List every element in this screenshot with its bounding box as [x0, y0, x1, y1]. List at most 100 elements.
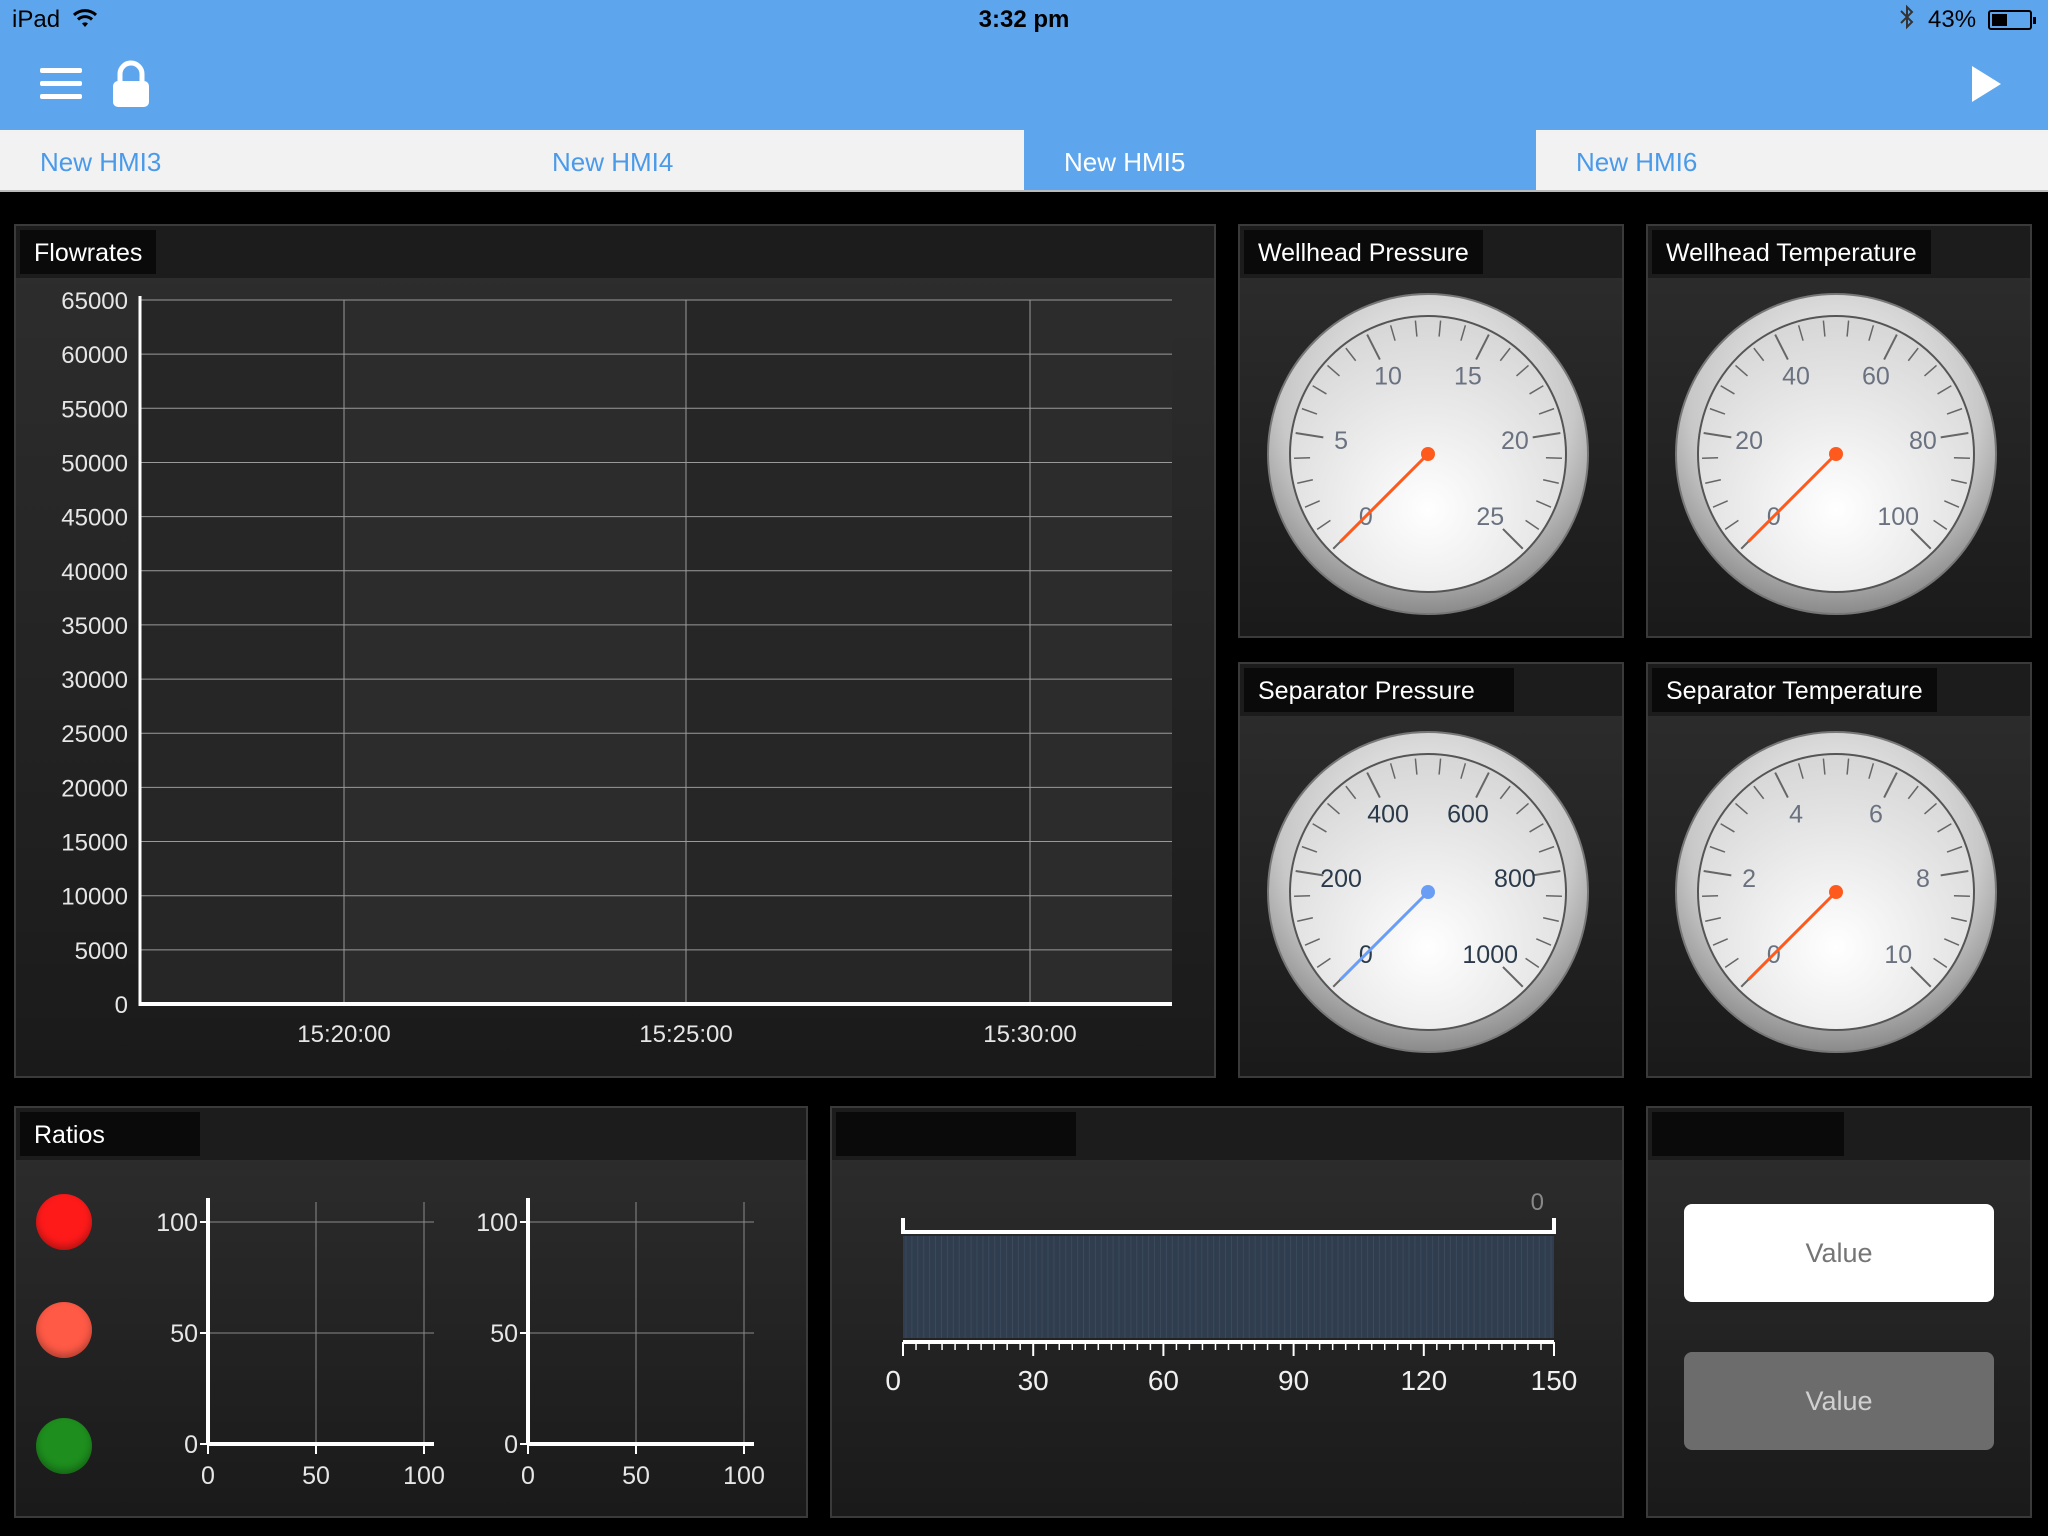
separator-pressure-gauge: 02004006008001000: [1267, 731, 1589, 1053]
wellhead-pressure-gauge: 0510152025: [1267, 293, 1589, 615]
gauge-tick: [1294, 894, 1311, 897]
hmi-tab-bar: New HMI3 New HMI4 New HMI5 New HMI6: [0, 130, 2048, 192]
tab-new-hmi3[interactable]: New HMI3: [0, 130, 512, 190]
ratios-chart-2[interactable]: 0 50 100 0 50 100: [446, 1160, 766, 1516]
y-tick-label: 55000: [61, 396, 128, 423]
value-input-field[interactable]: [1684, 1204, 1994, 1302]
x-tick-label: 50: [302, 1462, 330, 1490]
y-tick-label: 65000: [61, 288, 128, 315]
wellhead-temperature-title: Wellhead Temperature: [1652, 230, 1931, 274]
y-tick-label: 25000: [61, 721, 128, 748]
x-tick-label: 0: [521, 1462, 535, 1490]
ratios-title: Ratios: [20, 1112, 200, 1156]
x-tick-label: 50: [622, 1462, 650, 1490]
y-tick-label: 10000: [61, 884, 128, 911]
gauge-scale-label: 8: [1916, 865, 1930, 893]
tab-new-hmi5[interactable]: New HMI5: [1024, 130, 1536, 190]
gauge-needle-hub: [1829, 885, 1843, 899]
level-bar-panel: 0 0 30 60 90 120 150: [830, 1106, 1624, 1518]
ratios-panel: Ratios 0 50 100 0 50 100 0 50 100 0 50 100: [14, 1106, 808, 1518]
gauge-needle-hub: [1421, 885, 1435, 899]
gauge-scale-label: 80: [1909, 427, 1937, 455]
gauge-scale-label: 20: [1735, 427, 1763, 455]
bluetooth-icon: [1898, 4, 1916, 37]
x-tick-label: 15:20:00: [297, 1021, 390, 1048]
panel-header: Wellhead Pressure: [1240, 226, 1622, 278]
play-icon[interactable]: [1968, 64, 2004, 104]
gauge-tick: [1545, 456, 1562, 459]
battery-percent: 43%: [1928, 6, 1977, 33]
values-title: [1652, 1112, 1844, 1156]
separator-pressure-panel: Separator Pressure 02004006008001000: [1238, 662, 1624, 1078]
gauge-needle-hub: [1421, 447, 1435, 461]
tab-new-hmi6[interactable]: New HMI6: [1536, 130, 2048, 190]
gauge-scale-label: 200: [1320, 865, 1362, 893]
ratios-chart-1[interactable]: 0 50 100 0 50 100: [126, 1160, 446, 1516]
flowrates-title: Flowrates: [20, 230, 157, 274]
gauge-scale-label: 4: [1789, 801, 1803, 829]
flowrates-chart[interactable]: 0 5000 10000 15000 20000 25000 30000 35000 40000…: [16, 278, 1214, 1078]
led-indicator-salmon: [36, 1302, 92, 1358]
level-bar-tick-label: 90: [1278, 1365, 1309, 1396]
tab-new-hmi4[interactable]: New HMI4: [512, 130, 1024, 190]
chart-plot-band: [140, 300, 344, 1004]
led-indicator-red: [36, 1194, 92, 1250]
level-bar-tick-label: 30: [1018, 1365, 1049, 1396]
y-tick-label: 0: [504, 1431, 518, 1459]
y-tick-label: 5000: [75, 938, 128, 965]
hamburger-menu-icon[interactable]: [40, 68, 84, 102]
y-tick-label: 50: [170, 1320, 198, 1348]
gauge-scale-label: 600: [1447, 801, 1489, 829]
level-bar-bracket: [901, 1218, 1556, 1234]
led-indicator-green: [36, 1418, 92, 1474]
separator-temperature-panel: Separator Temperature 0246810: [1646, 662, 2032, 1078]
wellhead-temperature-gauge: 020406080100: [1675, 293, 1997, 615]
gauge-needle-hub: [1829, 447, 1843, 461]
separator-temperature-gauge: 0246810: [1675, 731, 1997, 1053]
lock-icon[interactable]: [110, 60, 152, 108]
horizontal-level-bar: 0 0 30 60 90 120 150: [885, 1189, 1577, 1396]
panel-header: Wellhead Temperature: [1648, 226, 2030, 278]
gauge-scale-label: 10: [1884, 941, 1912, 969]
y-tick-label: 40000: [61, 559, 128, 586]
wellhead-temperature-panel: Wellhead Temperature 020406080100: [1646, 224, 2032, 638]
chart-plot-band: [344, 300, 686, 1004]
app-header: iPad 3:32 pm 43%: [0, 0, 2048, 130]
y-tick-label: 30000: [61, 667, 128, 694]
values-panel: Value: [1646, 1106, 2032, 1518]
gauge-scale-label: 25: [1476, 503, 1504, 531]
gauge-scale-label: 2: [1742, 865, 1756, 893]
wellhead-pressure-panel: Wellhead Pressure 0510152025: [1238, 224, 1624, 638]
y-tick-label: 15000: [61, 830, 128, 857]
gauge-scale-label: 10: [1374, 363, 1402, 391]
y-tick-label: 50: [490, 1320, 518, 1348]
gauge-scale-label: 5: [1334, 427, 1348, 455]
gauge-scale-label: 20: [1501, 427, 1529, 455]
x-tick-label: 15:30:00: [983, 1021, 1076, 1048]
value-display-button[interactable]: Value: [1684, 1352, 1994, 1450]
panel-header: [832, 1108, 1622, 1160]
gauge-tick: [1702, 456, 1719, 459]
level-bar-tick-label: 120: [1400, 1365, 1447, 1396]
gauge-scale-label: 40: [1782, 363, 1810, 391]
gauge-scale-label: 400: [1367, 801, 1409, 829]
panel-header: Flowrates: [16, 226, 1214, 278]
y-tick-label: 100: [156, 1209, 198, 1237]
y-tick-label: 50000: [61, 450, 128, 477]
gauge-scale-label: 15: [1454, 363, 1482, 391]
flowrates-panel: Flowrates 0 5000 10000 15000 20000 25000 30000…: [14, 224, 1216, 1078]
gauge-scale-label: 800: [1494, 865, 1536, 893]
x-tick-label: 100: [403, 1462, 445, 1490]
x-tick-label: 15:25:00: [639, 1021, 732, 1048]
wellhead-pressure-title: Wellhead Pressure: [1244, 230, 1483, 274]
x-tick-label: 0: [201, 1462, 215, 1490]
gauge-scale-label: 60: [1862, 363, 1890, 391]
y-tick-label: 0: [115, 992, 128, 1019]
gauge-tick: [1294, 456, 1311, 459]
y-tick-label: 45000: [61, 505, 128, 532]
gauge-tick: [1702, 894, 1719, 897]
gauge-scale-label: 100: [1877, 503, 1919, 531]
gauge-tick: [1953, 456, 1970, 459]
chart-plot-band: [686, 300, 1030, 1004]
level-bar-title: [836, 1112, 1076, 1156]
